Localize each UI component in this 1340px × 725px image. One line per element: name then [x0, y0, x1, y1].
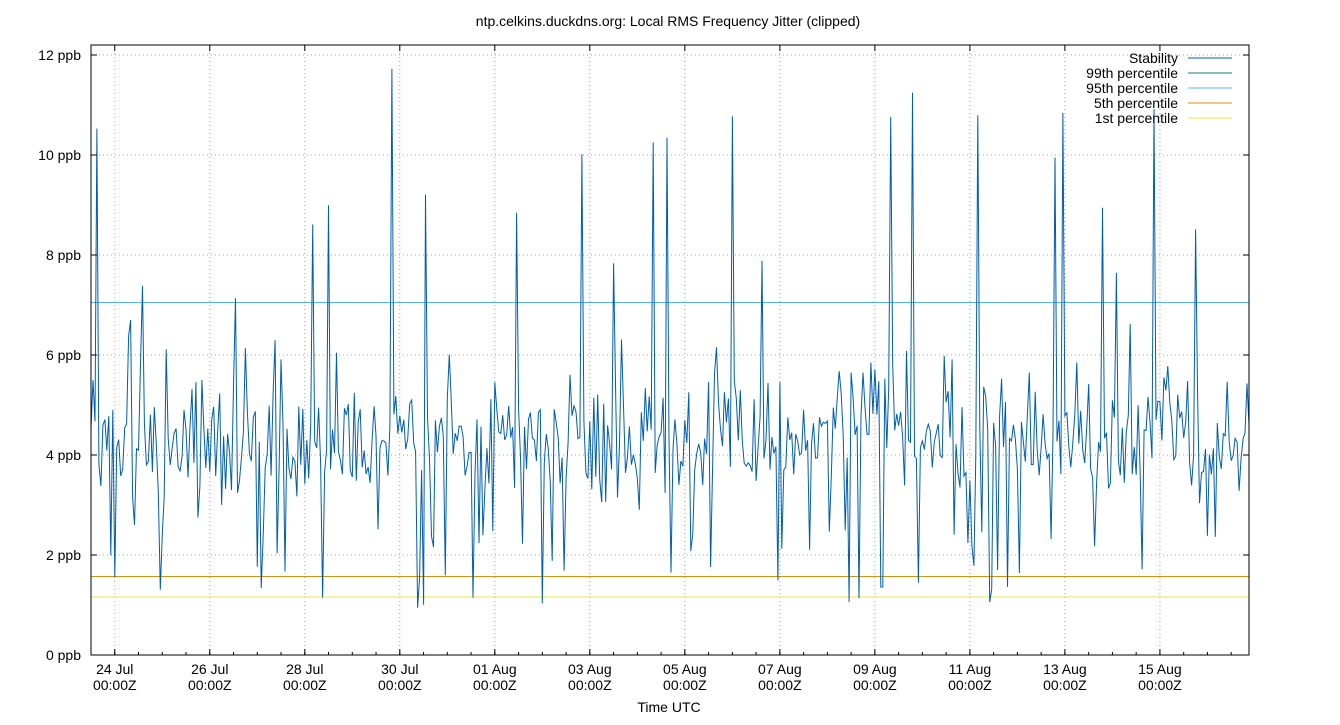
y-tick-label: 2 ppb: [46, 547, 81, 563]
x-tick-label-date: 07 Aug: [758, 661, 802, 677]
y-tick-label: 4 ppb: [46, 447, 81, 463]
x-tick-label-time: 00:00Z: [473, 677, 517, 693]
jitter-chart: ntp.celkins.duckdns.org: Local RMS Frequ…: [0, 0, 1340, 720]
x-tick-label-date: 26 Jul: [191, 661, 228, 677]
x-tick-label-date: 05 Aug: [663, 661, 707, 677]
legend-label: 95th percentile: [1086, 80, 1178, 96]
chart-title: ntp.celkins.duckdns.org: Local RMS Frequ…: [476, 13, 860, 29]
x-tick-label-time: 00:00Z: [283, 677, 327, 693]
legend-label: 1st percentile: [1095, 110, 1178, 126]
legend-label: Stability: [1129, 50, 1178, 66]
x-tick-label-date: 24 Jul: [96, 661, 133, 677]
x-tick-label-time: 00:00Z: [188, 677, 232, 693]
x-tick-label-date: 09 Aug: [853, 661, 897, 677]
y-tick-label: 12 ppb: [38, 47, 81, 63]
y-tick-label: 8 ppb: [46, 247, 81, 263]
y-tick-label: 6 ppb: [46, 347, 81, 363]
x-tick-label-date: 13 Aug: [1043, 661, 1087, 677]
x-tick-label-time: 00:00Z: [1138, 677, 1182, 693]
x-tick-label-time: 00:00Z: [93, 677, 137, 693]
x-tick-label-date: 01 Aug: [473, 661, 517, 677]
x-tick-label-date: 28 Jul: [286, 661, 323, 677]
y-tick-label: 0 ppb: [46, 647, 81, 663]
x-tick-label-time: 00:00Z: [758, 677, 802, 693]
chart-container: ntp.celkins.duckdns.org: Local RMS Frequ…: [0, 0, 1340, 720]
x-tick-label-date: 30 Jul: [381, 661, 418, 677]
x-tick-label-time: 00:00Z: [948, 677, 992, 693]
x-tick-label-date: 03 Aug: [568, 661, 612, 677]
x-axis-label: Time UTC: [637, 699, 700, 715]
x-tick-label-date: 15 Aug: [1138, 661, 1182, 677]
legend-label: 5th percentile: [1094, 95, 1178, 111]
x-tick-label-time: 00:00Z: [568, 677, 612, 693]
y-tick-label: 10 ppb: [38, 147, 81, 163]
x-tick-label-date: 11 Aug: [949, 661, 992, 677]
x-tick-label-time: 00:00Z: [853, 677, 897, 693]
legend-label: 99th percentile: [1086, 65, 1178, 81]
x-tick-label-time: 00:00Z: [378, 677, 422, 693]
x-tick-label-time: 00:00Z: [663, 677, 707, 693]
x-tick-label-time: 00:00Z: [1043, 677, 1087, 693]
